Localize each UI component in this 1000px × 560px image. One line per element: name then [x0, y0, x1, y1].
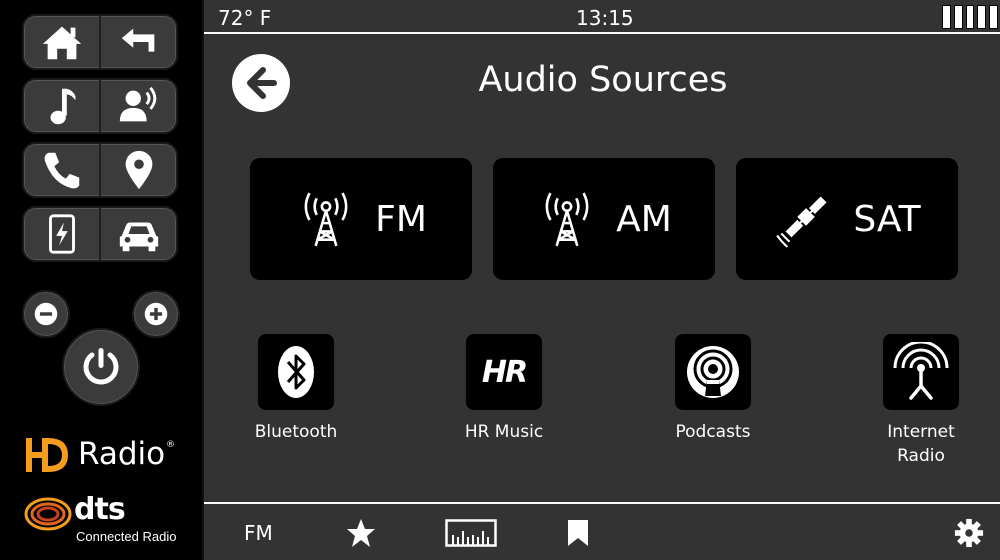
dts-subtitle: Connected Radio: [76, 529, 177, 544]
voice-button[interactable]: [101, 80, 176, 132]
signal-bar: [989, 5, 998, 29]
music-note-icon: [50, 88, 75, 125]
source-internet-radio[interactable]: Internet Radio: [841, 334, 1000, 468]
gear-icon: [954, 518, 984, 548]
bookmark-icon: [568, 520, 588, 546]
bluetooth-label: Bluetooth: [254, 422, 338, 442]
car-icon: [119, 222, 158, 252]
tuner-button[interactable]: [444, 516, 498, 550]
antenna-icon: [893, 342, 949, 400]
fm-tile-label: FM: [375, 198, 427, 240]
volume-down-button[interactable]: [22, 290, 70, 338]
clock: 13:15: [576, 6, 634, 30]
hr-music-button[interactable]: HR: [466, 334, 542, 410]
minus-icon: [34, 302, 58, 326]
head-unit-screen: 72° F 13:15 Audio Sources FM AM SAT Blue…: [202, 0, 1000, 560]
button-row-phone-nav: [22, 142, 178, 198]
hr-music-label: HR Music: [464, 422, 544, 442]
signal-bar: [942, 5, 951, 29]
page-title: Audio Sources: [478, 60, 728, 100]
am-tile[interactable]: AM: [493, 158, 715, 280]
media-button[interactable]: [24, 80, 101, 132]
satellite-icon: [776, 196, 827, 248]
internet-radio-label: Internet Radio: [841, 420, 1000, 468]
vehicle-button[interactable]: [101, 208, 176, 260]
podcasts-button[interactable]: [675, 334, 751, 410]
source-podcasts[interactable]: Podcasts: [633, 334, 793, 444]
temperature-readout: 72° F: [218, 6, 272, 30]
hd-mark-icon: [26, 438, 68, 472]
podcasts-label: Podcasts: [675, 422, 751, 442]
bluetooth-icon: [278, 346, 314, 398]
internet-radio-button[interactable]: [883, 334, 959, 410]
button-row-home-back: [22, 14, 178, 70]
presets-button[interactable]: [564, 516, 592, 550]
return-button[interactable]: [101, 16, 176, 68]
am-tile-label: AM: [616, 198, 672, 240]
radio-tower-icon: [304, 192, 348, 247]
plus-icon: [144, 302, 168, 326]
hr-logo-icon: HR: [481, 354, 528, 390]
power-icon: [83, 348, 119, 385]
sat-tile-label: SAT: [853, 198, 921, 240]
status-bar: 72° F 13:15: [204, 0, 1000, 34]
podcast-icon: [687, 346, 739, 398]
navigation-button[interactable]: [101, 144, 176, 196]
hd-radio-text: Radio: [78, 436, 166, 472]
star-icon: [347, 519, 375, 547]
internet-radio-label-line2: Radio: [897, 446, 945, 466]
power-button[interactable]: [62, 328, 140, 406]
button-row-media-voice: [22, 78, 178, 134]
fm-tile[interactable]: FM: [250, 158, 472, 280]
signal-bar: [965, 5, 975, 29]
signal-bar: [953, 5, 963, 29]
phone-projection-button[interactable]: [24, 208, 101, 260]
bottom-bar: FM: [204, 502, 1000, 560]
phone-button[interactable]: [24, 144, 101, 196]
sat-tile[interactable]: SAT: [736, 158, 958, 280]
signal-strength-icon: [942, 5, 998, 29]
radio-tower-icon: [545, 192, 589, 247]
signal-bar: [977, 5, 987, 29]
phone-projection-icon: [48, 214, 75, 254]
home-button[interactable]: [24, 16, 101, 68]
phone-icon: [44, 152, 79, 189]
registered-mark: ®: [166, 440, 175, 450]
dts-mark-icon: [24, 497, 72, 531]
bluetooth-button[interactable]: [258, 334, 334, 410]
band-button[interactable]: FM: [244, 516, 273, 550]
dts-text: dts: [74, 492, 126, 527]
voice-icon: [119, 86, 156, 122]
source-bluetooth[interactable]: Bluetooth: [216, 334, 376, 444]
source-hr-music[interactable]: HR HR Music: [424, 334, 584, 444]
hardware-panel: Radio ® dts Connected Radio: [0, 0, 200, 560]
favorites-button[interactable]: [344, 516, 378, 550]
internet-radio-label-line1: Internet: [887, 422, 955, 442]
button-row-projection-car: [22, 206, 178, 262]
hd-radio-logo: Radio ®: [24, 432, 184, 482]
return-icon: [121, 28, 154, 52]
tuner-dial-icon: [445, 519, 497, 547]
settings-button[interactable]: [952, 516, 986, 550]
location-pin-icon: [125, 150, 152, 190]
dts-logo: dts Connected Radio: [24, 492, 184, 548]
home-icon: [42, 26, 81, 60]
volume-up-button[interactable]: [132, 290, 180, 338]
